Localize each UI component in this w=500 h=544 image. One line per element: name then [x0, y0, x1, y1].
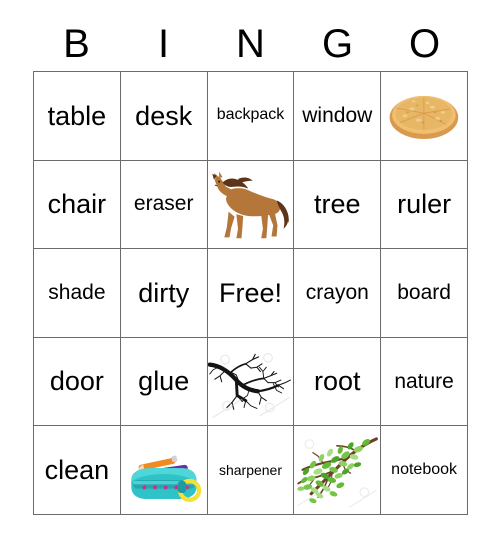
pizza-image — [381, 72, 467, 160]
bingo-cell-text: shade — [48, 280, 106, 304]
bingo-grid: table desk backpack window chair eraser … — [33, 71, 468, 515]
bingo-cell-text: ruler — [397, 189, 452, 220]
bingo-cell[interactable] — [381, 72, 468, 161]
bingo-cell[interactable]: clean — [34, 426, 121, 515]
bingo-cell-text: sharpener — [218, 461, 283, 478]
bingo-cell-text: desk — [135, 100, 193, 131]
bingo-cell-text: board — [397, 280, 451, 304]
bingo-cell[interactable]: backpack — [207, 72, 295, 161]
bingo-cell-text: notebook — [391, 460, 458, 478]
bingo-cell[interactable] — [207, 337, 295, 427]
bingo-cell[interactable]: door — [34, 337, 121, 427]
bingo-cell-text: root — [314, 366, 361, 397]
bingo-cell[interactable]: notebook — [381, 426, 468, 515]
header-letter-i: I — [157, 22, 170, 66]
bingo-cell-text: backpack — [216, 106, 285, 124]
bingo-cell[interactable]: dirty — [120, 249, 208, 338]
bingo-cell-text: crayon — [305, 280, 369, 304]
bingo-cell[interactable]: desk — [120, 72, 208, 161]
bingo-cell[interactable]: ruler — [381, 160, 468, 250]
bingo-cell[interactable]: glue — [120, 337, 208, 427]
bingo-cell[interactable]: chair — [34, 160, 121, 250]
bingo-cell[interactable]: sharpener — [207, 426, 295, 515]
bingo-cell-text: dirty — [138, 277, 190, 308]
bingo-cell[interactable]: crayon — [294, 249, 382, 338]
leafy-branch-image — [294, 426, 380, 514]
pencil-case-image — [121, 426, 207, 514]
bingo-cell-text: nature — [394, 369, 454, 393]
bingo-cell[interactable]: nature — [381, 337, 468, 427]
bingo-cell[interactable] — [207, 160, 295, 250]
bingo-cell[interactable] — [120, 426, 208, 515]
bingo-header-row: B I N G O — [33, 18, 468, 70]
header-letter-o: O — [408, 22, 441, 66]
bingo-cell[interactable]: board — [381, 249, 468, 338]
free-space-label: Free! — [218, 277, 282, 308]
header-letter-b: B — [63, 22, 90, 66]
bingo-cell-text: window — [302, 103, 373, 127]
bingo-cell[interactable]: root — [294, 337, 382, 427]
bingo-cell-text: tree — [314, 189, 361, 220]
bingo-cell[interactable] — [294, 426, 382, 515]
bingo-cell[interactable]: eraser — [120, 160, 208, 250]
bingo-card: B I N G O table desk backpack window cha… — [0, 0, 500, 544]
bingo-cell[interactable]: tree — [294, 160, 382, 250]
header-letter-n: N — [236, 22, 265, 66]
horse-image — [208, 161, 294, 249]
bingo-cell[interactable]: shade — [34, 249, 121, 338]
header-letter-g: G — [321, 22, 354, 66]
bare-branch-image — [207, 338, 294, 426]
bingo-cell-text: eraser — [133, 192, 194, 216]
bingo-cell-text: chair — [47, 189, 107, 220]
bingo-cell[interactable]: Free! — [207, 249, 295, 338]
bingo-cell[interactable]: window — [294, 72, 382, 161]
bingo-cell-text: glue — [138, 366, 190, 397]
bingo-cell-text: table — [47, 100, 107, 131]
bingo-cell[interactable]: table — [34, 72, 121, 161]
bingo-cell-text: clean — [44, 455, 110, 486]
bingo-cell-text: door — [49, 366, 104, 397]
